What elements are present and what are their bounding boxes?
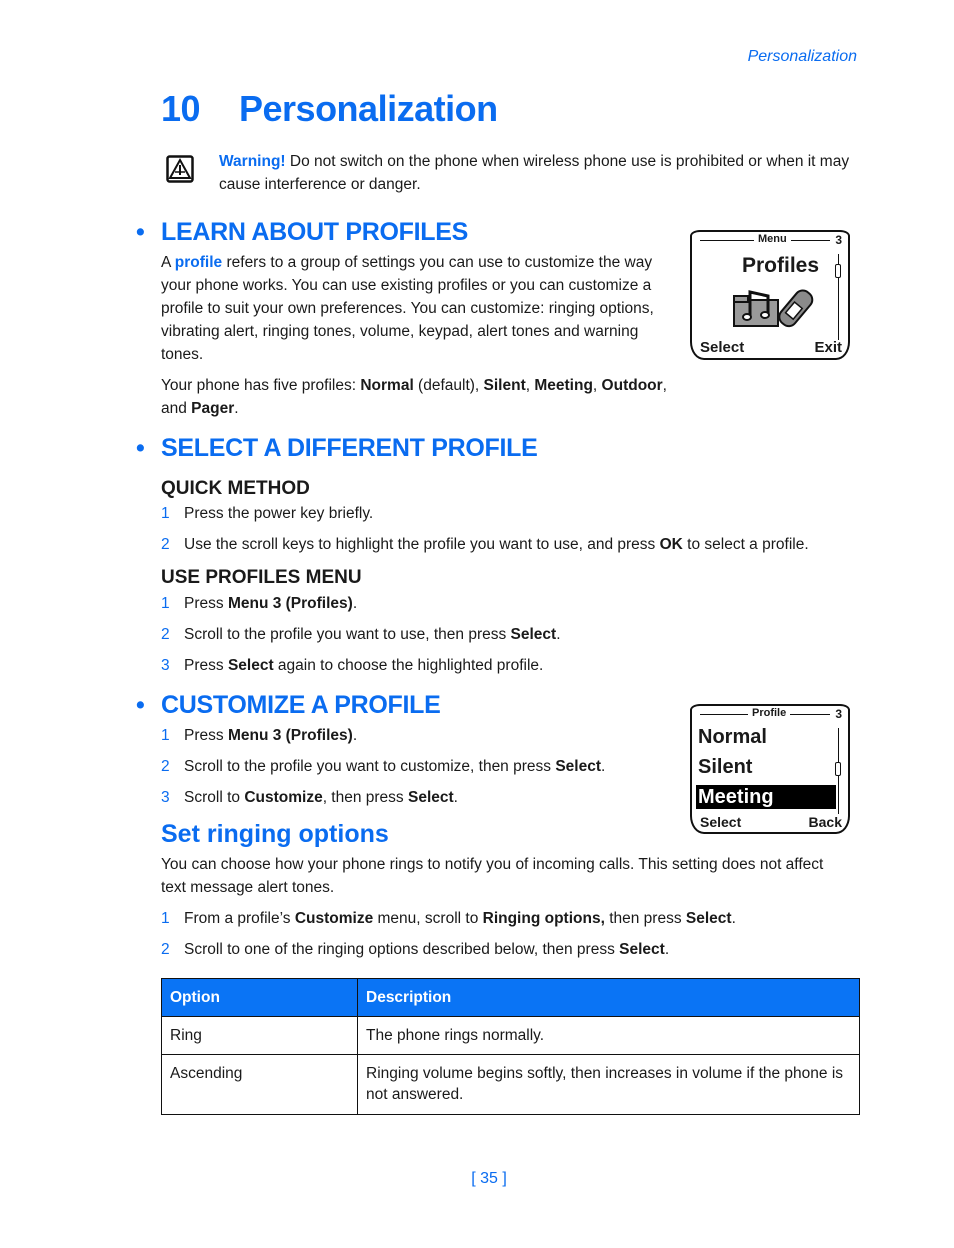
softkey-exit: Exit	[814, 339, 842, 356]
screen-header: Menu	[754, 233, 791, 245]
warning-text: Warning! Do not switch on the phone when…	[219, 153, 850, 193]
chapter-number: 10	[161, 88, 201, 129]
column-header-option: Option	[161, 978, 358, 1017]
column-header-description: Description	[357, 978, 860, 1017]
profile-term: profile	[174, 254, 223, 271]
softkey-select: Select	[700, 814, 742, 830]
cell-description: The phone rings normally.	[357, 1016, 860, 1055]
five-profiles-text: Your phone has five profiles: Normal (de…	[161, 377, 667, 417]
ringing-step-1: 1 From a profile’s Customize menu, scroll…	[161, 910, 736, 927]
warning-triangle-icon	[166, 155, 194, 183]
heading-select-different-profile: • SELECT A DIFFERENT PROFILE	[136, 434, 538, 462]
table-row: Ring The phone rings normally.	[161, 1016, 860, 1055]
scrollbar-thumb	[835, 762, 841, 776]
phone-screen-profile-list: Profile 3 Normal Silent Meeting Select B…	[690, 704, 850, 834]
profile-description: A profile refers to a group of settings …	[161, 254, 654, 363]
screen-header: Profile	[748, 707, 791, 719]
heading-use-profiles-menu: USE PROFILES MENU	[161, 567, 362, 588]
screen-item-silent: Silent	[698, 756, 753, 778]
cell-description: Ringing volume begins softly, then incre…	[357, 1054, 860, 1115]
customize-step-1: 1 Press Menu 3 (Profiles).	[161, 727, 358, 744]
heading-customize-profile: • CUSTOMIZE A PROFILE	[136, 691, 441, 719]
softkey-back: Back	[808, 814, 842, 830]
menu-step-1: 1 Press Menu 3 (Profiles).	[161, 595, 358, 612]
table-row: Ascending Ringing volume begins softly, …	[161, 1054, 860, 1115]
screen-item-normal: Normal	[698, 726, 767, 748]
screen-title: Profiles	[742, 254, 820, 277]
chapter-title: 10 Personalization	[161, 88, 498, 130]
scrollbar-thumb	[835, 264, 841, 278]
heading-learn-about-profiles: • LEARN ABOUT PROFILES	[136, 218, 468, 246]
screen-index: 3	[835, 233, 842, 247]
running-head: Personalization	[747, 48, 857, 65]
heading-set-ringing-options: Set ringing options	[161, 820, 389, 848]
screen-item-meeting-selected: Meeting	[696, 785, 836, 809]
chapter-name: Personalization	[239, 88, 498, 129]
screen-index: 3	[835, 707, 842, 721]
menu-step-3: 3 Press Select again to choose the highli…	[161, 657, 544, 674]
menu-step-2: 2 Scroll to the profile you want to use, …	[161, 626, 561, 643]
quick-step-1: 1 Press the power key briefly.	[161, 505, 374, 522]
quick-step-2: 2 Use the scroll keys to highlight the pr…	[161, 536, 809, 553]
table-header-row: Option Description	[161, 978, 860, 1017]
cell-option: Ring	[161, 1016, 358, 1055]
profiles-music-phone-icon	[733, 289, 814, 328]
phone-screen-profiles-menu: Menu 3 Profiles Select Exit	[690, 230, 850, 360]
ringing-intro: You can choose how your phone rings to n…	[161, 856, 824, 896]
cell-option: Ascending	[161, 1054, 358, 1115]
heading-quick-method: QUICK METHOD	[161, 478, 310, 499]
page-number: [ 35 ]	[471, 1170, 507, 1187]
customize-step-3: 3 Scroll to Customize, then press Select.	[161, 789, 458, 806]
warning-label: Warning!	[219, 153, 286, 170]
ringing-step-2: 2 Scroll to one of the ringing options de…	[161, 941, 670, 958]
ringing-options-table: Option Description Ring The phone rings …	[161, 978, 860, 1115]
softkey-select: Select	[700, 339, 745, 356]
customize-step-2: 2 Scroll to the profile you want to custo…	[161, 758, 606, 775]
